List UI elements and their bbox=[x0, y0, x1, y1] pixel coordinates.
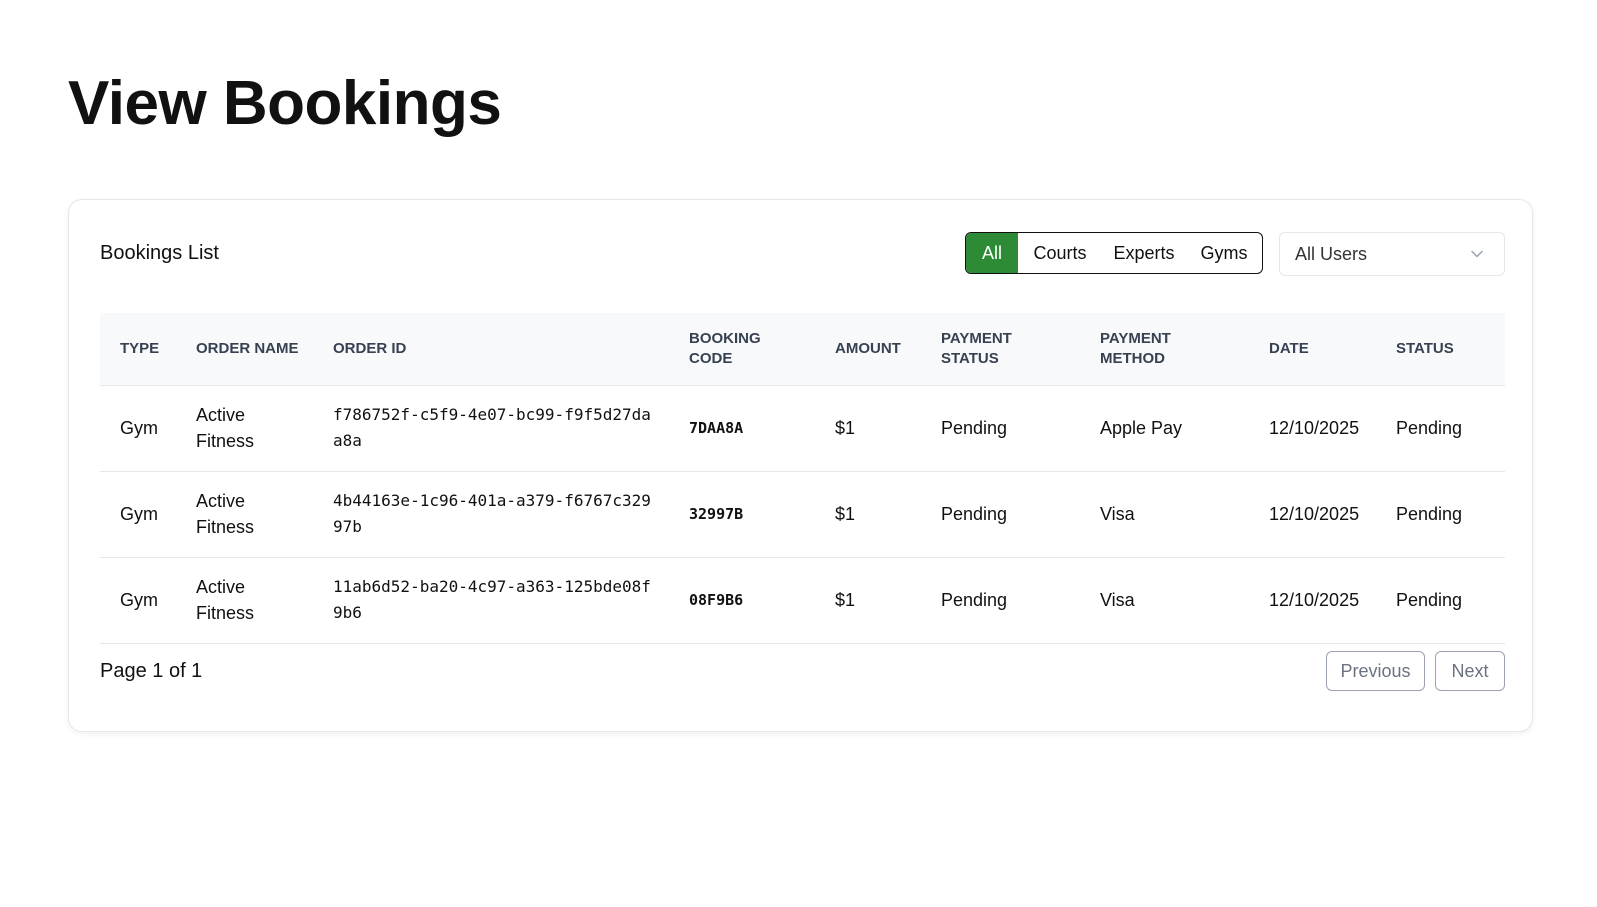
page-title: View Bookings bbox=[68, 69, 502, 138]
cell-status: Pending bbox=[1396, 590, 1463, 610]
user-select-dropdown[interactable]: All Users bbox=[1279, 232, 1505, 276]
cell-type: Gym bbox=[120, 504, 158, 524]
bookings-card: Bookings List All Courts Experts Gyms Al… bbox=[68, 199, 1533, 732]
filter-experts-button[interactable]: Experts bbox=[1102, 233, 1186, 273]
column-header-payment-status: PAYMENT STATUS bbox=[921, 313, 1080, 386]
type-filter-group: All Courts Experts Gyms bbox=[965, 232, 1263, 274]
column-header-order-name: ORDER NAME bbox=[176, 313, 313, 386]
cell-order-id: 4b44163e-1c96-401a-a379-f6767c32997b bbox=[333, 491, 651, 536]
cell-date: 12/10/2025 bbox=[1269, 504, 1360, 524]
cell-payment-status: Pending bbox=[941, 590, 1008, 610]
cell-payment-method: Visa bbox=[1100, 590, 1135, 610]
table-header-row: TYPE ORDER NAME ORDER ID BOOKING CODE AM… bbox=[100, 313, 1505, 386]
card-title: Bookings List bbox=[100, 242, 219, 264]
chevron-down-icon bbox=[1471, 250, 1483, 258]
cell-payment-status: Pending bbox=[941, 418, 1008, 438]
cell-booking-code: 32997B bbox=[689, 505, 744, 523]
filter-all-button[interactable]: All bbox=[966, 233, 1018, 273]
cell-payment-status: Pending bbox=[941, 504, 1008, 524]
cell-type: Gym bbox=[120, 418, 158, 438]
user-select-value: All Users bbox=[1295, 243, 1368, 264]
cell-order-name: Active Fitness bbox=[196, 491, 255, 537]
bookings-table: TYPE ORDER NAME ORDER ID BOOKING CODE AM… bbox=[100, 313, 1505, 644]
cell-date: 12/10/2025 bbox=[1269, 418, 1360, 438]
cell-booking-code: 7DAA8A bbox=[689, 419, 744, 437]
pagination-text: Page 1 of 1 bbox=[100, 660, 203, 682]
cell-type: Gym bbox=[120, 590, 158, 610]
cell-date: 12/10/2025 bbox=[1269, 590, 1360, 610]
column-header-date: DATE bbox=[1249, 313, 1376, 386]
cell-status: Pending bbox=[1396, 418, 1463, 438]
filter-gyms-button[interactable]: Gyms bbox=[1186, 233, 1262, 273]
cell-order-id: 11ab6d52-ba20-4c97-a363-125bde08f9b6 bbox=[333, 577, 651, 622]
cell-order-name: Active Fitness bbox=[196, 577, 255, 623]
cell-order-name: Active Fitness bbox=[196, 405, 255, 451]
cell-booking-code: 08F9B6 bbox=[689, 591, 744, 609]
cell-amount: $1 bbox=[835, 590, 856, 610]
table-row: Gym Active Fitness 11ab6d52-ba20-4c97-a3… bbox=[100, 557, 1505, 643]
filter-courts-button[interactable]: Courts bbox=[1018, 233, 1102, 273]
column-header-type: TYPE bbox=[100, 313, 176, 386]
table-row: Gym Active Fitness f786752f-c5f9-4e07-bc… bbox=[100, 385, 1505, 471]
next-page-button[interactable]: Next bbox=[1435, 651, 1505, 691]
column-header-payment-method: PAYMENT METHOD bbox=[1080, 313, 1249, 386]
cell-payment-method: Apple Pay bbox=[1100, 418, 1183, 438]
column-header-booking-code: BOOKING CODE bbox=[669, 313, 815, 386]
bookings-page: View Bookings Bookings List All Courts E… bbox=[0, 0, 1597, 907]
bookings-table-wrapper: TYPE ORDER NAME ORDER ID BOOKING CODE AM… bbox=[100, 313, 1505, 644]
previous-page-button[interactable]: Previous bbox=[1326, 651, 1425, 691]
column-header-order-id: ORDER ID bbox=[313, 313, 669, 386]
cell-payment-method: Visa bbox=[1100, 504, 1135, 524]
column-header-status: STATUS bbox=[1376, 313, 1505, 386]
column-header-amount: AMOUNT bbox=[815, 313, 921, 386]
cell-status: Pending bbox=[1396, 504, 1463, 524]
cell-order-id: f786752f-c5f9-4e07-bc99-f9f5d27daa8a bbox=[333, 405, 651, 450]
cell-amount: $1 bbox=[835, 504, 856, 524]
table-row: Gym Active Fitness 4b44163e-1c96-401a-a3… bbox=[100, 471, 1505, 557]
cell-amount: $1 bbox=[835, 418, 856, 438]
